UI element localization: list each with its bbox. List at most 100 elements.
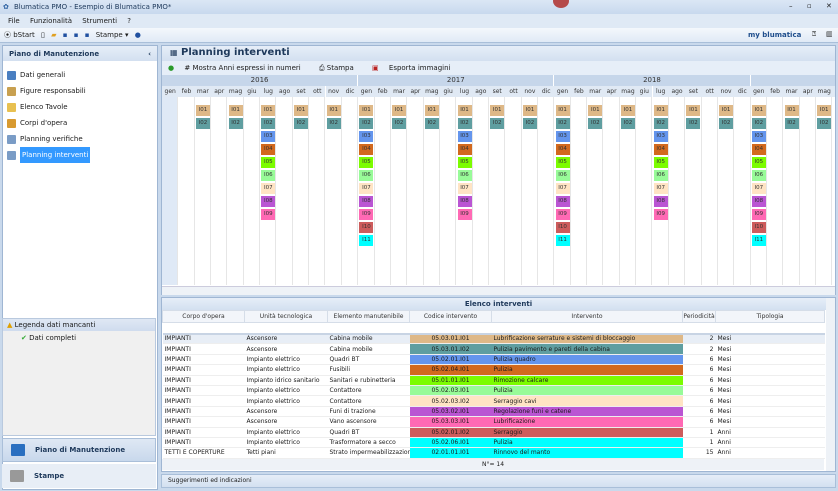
gantt-bar-i01[interactable]: I01	[784, 105, 799, 116]
gantt-bar-i10[interactable]: I10	[359, 222, 374, 233]
gantt-bar-i02[interactable]: I02	[784, 118, 799, 129]
gantt-bar-i10[interactable]: I10	[555, 222, 570, 233]
sidebar-item-corpi-opera[interactable]: Corpi d'opera	[3, 115, 157, 131]
gantt-bar-i03[interactable]: I03	[359, 131, 374, 142]
stampe-button[interactable]: Stampe ▾	[96, 28, 129, 43]
gantt-bar-i04[interactable]: I04	[751, 144, 766, 155]
gantt-bar-i06[interactable]: I06	[653, 170, 668, 181]
gantt-bar-i07[interactable]: I07	[359, 183, 374, 194]
gantt-bar-i02[interactable]: I02	[424, 118, 439, 129]
sidebar-item-figure-responsabili[interactable]: Figure responsabili	[3, 83, 157, 99]
gantt-bar-i03[interactable]: I03	[653, 131, 668, 142]
bstart-button[interactable]: ⦿ bStart	[4, 28, 35, 43]
vertical-scrollbar[interactable]	[826, 298, 835, 471]
horizontal-scrollbar[interactable]	[162, 286, 835, 295]
gantt-bar-i02[interactable]: I02	[751, 118, 766, 129]
gantt-bar-i08[interactable]: I08	[653, 196, 668, 207]
gantt-bar-i09[interactable]: I09	[653, 209, 668, 220]
gantt-bar-i01[interactable]: I01	[261, 105, 276, 116]
gantt-bar-i05[interactable]: I05	[555, 157, 570, 168]
gantt-bar-i09[interactable]: I09	[457, 209, 472, 220]
menu-help[interactable]: ?	[127, 17, 131, 25]
gantt-bar-i05[interactable]: I05	[653, 157, 668, 168]
menu-file[interactable]: File	[8, 17, 20, 25]
gantt-bar-i02[interactable]: I02	[522, 118, 537, 129]
gantt-bar-i09[interactable]: I09	[359, 209, 374, 220]
table-row[interactable]: IMPIANTI Impianto elettrico Fusibili 05.02.…	[162, 364, 825, 376]
gantt-bar-i05[interactable]: I05	[751, 157, 766, 168]
filter-row[interactable]	[162, 322, 825, 335]
gantt-bar-i04[interactable]: I04	[653, 144, 668, 155]
gantt-bar-i06[interactable]: I06	[261, 170, 276, 181]
minimize-icon[interactable]: –	[789, 2, 793, 10]
table-row[interactable]: IMPIANTI Ascensore Funi di trazione 05.03.0…	[162, 406, 825, 418]
gantt-bar-i07[interactable]: I07	[555, 183, 570, 194]
gantt-bar-i01[interactable]: I01	[653, 105, 668, 116]
gantt-bar-i01[interactable]: I01	[392, 105, 407, 116]
trash-icon[interactable]: ▥	[826, 30, 833, 38]
gantt-bar-i02[interactable]: I02	[392, 118, 407, 129]
export-button[interactable]: ▣ Esporta immagini	[372, 64, 458, 72]
menu-funzionalita[interactable]: Funzionalità	[30, 17, 72, 25]
nav-stampe[interactable]: Stampe	[2, 464, 156, 488]
gantt-bar-i03[interactable]: I03	[261, 131, 276, 142]
gantt-bar-i06[interactable]: I06	[457, 170, 472, 181]
gantt-bar-i01[interactable]: I01	[228, 105, 243, 116]
gantt-bar-i08[interactable]: I08	[261, 196, 276, 207]
gantt-bar-i01[interactable]: I01	[751, 105, 766, 116]
column-header[interactable]: Codice intervento	[409, 310, 492, 323]
table-row[interactable]: IMPIANTI Impianto elettrico Trasformatore …	[162, 437, 825, 449]
gantt-bar-i02[interactable]: I02	[457, 118, 472, 129]
close-icon[interactable]: ✕	[826, 2, 832, 10]
gantt-bar-i11[interactable]: I11	[751, 235, 766, 246]
gantt-bar-i02[interactable]: I02	[294, 118, 308, 129]
gantt-bar-i02[interactable]: I02	[228, 118, 243, 129]
new-icon[interactable]: ▯	[41, 28, 45, 43]
gantt-bar-i10[interactable]: I10	[751, 222, 766, 233]
column-header[interactable]: Periodicità	[682, 310, 716, 323]
gantt-bar-i01[interactable]: I01	[621, 105, 635, 116]
maximize-icon[interactable]: ▫	[807, 2, 812, 10]
gantt-bar-i02[interactable]: I02	[686, 118, 701, 129]
gantt-bar-i02[interactable]: I02	[195, 118, 210, 129]
table-row[interactable]: IMPIANTI Ascensore Cabina mobile 05.03.01.I…	[162, 343, 825, 355]
gantt-bar-i07[interactable]: I07	[653, 183, 668, 194]
open-icon[interactable]: ▰	[51, 28, 56, 43]
table-row[interactable]: IMPIANTI Impianto elettrico Contattore 05.0…	[162, 385, 825, 397]
gantt-bar-i05[interactable]: I05	[359, 157, 374, 168]
gantt-bar-i02[interactable]: I02	[359, 118, 374, 129]
gantt-bar-i01[interactable]: I01	[555, 105, 570, 116]
collapse-icon[interactable]: ‹	[148, 50, 151, 58]
column-header[interactable]: Corpo d'opera	[162, 310, 245, 323]
show-years-button[interactable]: # Mostra Anni espressi in numeri	[184, 64, 308, 72]
gantt-bar-i01[interactable]: I01	[817, 105, 832, 116]
gantt-bar-i04[interactable]: I04	[359, 144, 374, 155]
gantt-bar-i09[interactable]: I09	[261, 209, 276, 220]
gantt-bar-i03[interactable]: I03	[457, 131, 472, 142]
gantt-bar-i03[interactable]: I03	[555, 131, 570, 142]
gantt-bar-i01[interactable]: I01	[195, 105, 210, 116]
gantt-bar-i02[interactable]: I02	[588, 118, 603, 129]
gantt-bar-i05[interactable]: I05	[261, 157, 276, 168]
gantt-bar-i01[interactable]: I01	[490, 105, 505, 116]
nav-piano-manutenzione[interactable]: Piano di Manutenzione	[2, 438, 156, 462]
gantt-bar-i02[interactable]: I02	[653, 118, 668, 129]
save-all-icon[interactable]: ▪	[74, 28, 79, 43]
gantt-bar-i08[interactable]: I08	[751, 196, 766, 207]
gantt-bar-i09[interactable]: I09	[555, 209, 570, 220]
gantt-bar-i02[interactable]: I02	[555, 118, 570, 129]
column-header[interactable]: Elemento manutenibile	[327, 310, 410, 323]
help-icon[interactable]: ●	[135, 28, 141, 43]
sidebar-item-planning-verifiche[interactable]: Planning verifiche	[3, 131, 157, 147]
table-row[interactable]: IMPIANTI Impianto elettrico Contattore 05.0…	[162, 395, 825, 407]
gantt-bar-i01[interactable]: I01	[326, 105, 341, 116]
table-row[interactable]: IMPIANTI Ascensore Vano ascensore 05.03.03.…	[162, 416, 825, 428]
gantt-bar-i09[interactable]: I09	[751, 209, 766, 220]
gantt-bar-i06[interactable]: I06	[359, 170, 374, 181]
menu-strumenti[interactable]: Strumenti	[82, 17, 117, 25]
save-icon[interactable]: ▪	[63, 28, 68, 43]
table-row[interactable]: IMPIANTI Impianto elettrico Quadri BT 05.02…	[162, 427, 825, 438]
gantt-bar-i08[interactable]: I08	[359, 196, 374, 207]
gantt-bar-i03[interactable]: I03	[751, 131, 766, 142]
sidebar-item-planning-interventi[interactable]: Planning interventi	[3, 147, 157, 163]
